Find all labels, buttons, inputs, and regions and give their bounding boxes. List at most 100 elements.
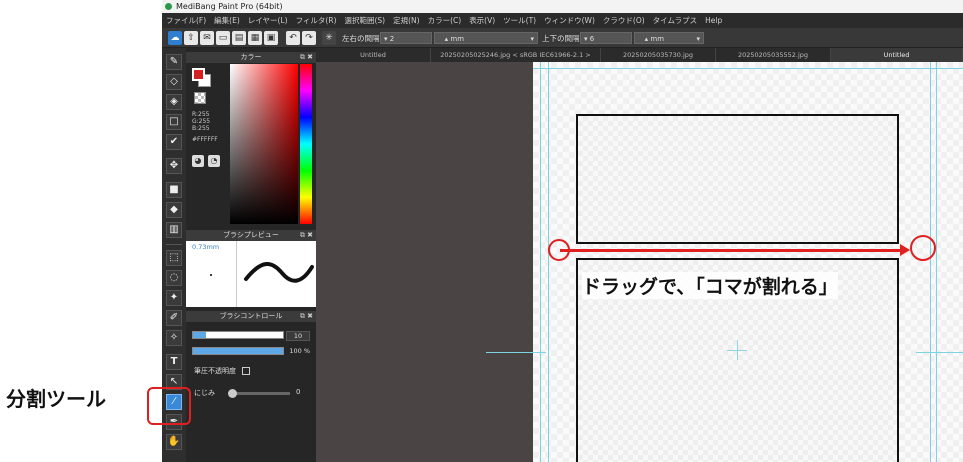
panel-popout-close-icon[interactable]: ⧉ ✖: [300, 230, 313, 241]
eraser-icon[interactable]: ◇: [166, 74, 182, 90]
eraser-2-icon[interactable]: ◈: [166, 94, 182, 110]
tab-untitled-2[interactable]: Untitled: [831, 48, 963, 62]
menu-timelapse[interactable]: タイムラプス: [653, 15, 697, 26]
select-icon[interactable]: ⬚: [166, 250, 182, 266]
brush-preview-title: ブラシプレビュー: [223, 231, 279, 239]
chevron-down-icon: ▾: [530, 35, 534, 43]
tab-image-1[interactable]: 20250205025246.jpg < sRGB IEC61966-2.1 >: [431, 48, 601, 62]
tool-divider: [166, 244, 182, 245]
grid-icon[interactable]: ▣: [264, 31, 278, 45]
menu-edit[interactable]: 編集(E): [214, 15, 240, 26]
canvas-workspace: Untitled 20250205025246.jpg < sRGB IEC61…: [316, 48, 963, 462]
guide-line: [486, 352, 546, 353]
pressure-opacity-label: 筆圧不透明度: [194, 367, 236, 375]
cloud-icon[interactable]: ☁: [168, 31, 182, 45]
menu-file[interactable]: ファイル(F): [166, 15, 206, 26]
guide-line: [916, 352, 963, 353]
h-spacing-input[interactable]: ▾ 2: [380, 32, 432, 44]
menu-window[interactable]: ウィンドウ(W): [544, 15, 595, 26]
panel-popout-close-icon[interactable]: ⧉ ✖: [300, 311, 313, 322]
menu-cloud[interactable]: クラウド(O): [603, 15, 645, 26]
magic-wand-icon[interactable]: ✦: [166, 290, 182, 306]
dot-icon[interactable]: ✔: [166, 134, 182, 150]
palette-icon[interactable]: ◕: [192, 155, 204, 167]
h-unit-value: mm: [450, 35, 465, 43]
app-logo-icon: [165, 3, 172, 10]
chevron-down-icon: ▾: [696, 35, 700, 43]
color-picker-icon[interactable]: ◔: [208, 155, 220, 167]
v-unit-value: mm: [650, 35, 665, 43]
drag-instruction-text: ドラッグで、「コマが割れる」: [582, 272, 838, 299]
tab-image-3[interactable]: 20250205035552.jpg: [716, 48, 831, 62]
title-bar: MediBang Paint Pro (64bit): [162, 0, 963, 13]
redo-icon[interactable]: ↷: [302, 31, 316, 45]
brush-opacity-value: 100 %: [289, 347, 310, 355]
menu-tool[interactable]: ツール(T): [503, 15, 536, 26]
brush-opacity-slider[interactable]: [192, 347, 284, 355]
brush-size-slider[interactable]: [192, 331, 284, 339]
drag-arrow-head: [900, 244, 910, 256]
toolbar: ☁ ⇧ ✉ ▭ ▤ ▦ ▣ ↶ ↷ ✳ 左右の間隔 ▾ 2 ▴ mm ▾ 上下の間…: [162, 28, 963, 48]
share-icon[interactable]: ⇧: [184, 31, 198, 45]
comic-panel-top[interactable]: [576, 114, 899, 244]
drag-arrow-line: [560, 249, 902, 252]
undo-icon[interactable]: ↶: [286, 31, 300, 45]
tab-untitled-1[interactable]: Untitled: [316, 48, 431, 62]
app-window: MediBang Paint Pro (64bit) ファイル(F) 編集(E)…: [162, 0, 963, 462]
v-unit-select[interactable]: ▴ mm ▾: [634, 32, 704, 44]
h-spacing-label: 左右の間隔: [342, 34, 380, 43]
brush-preview-header: ブラシプレビュー ⧉ ✖: [186, 230, 316, 241]
menu-ruler[interactable]: 定規(N): [393, 15, 419, 26]
guide-line: [936, 62, 937, 462]
chat-icon[interactable]: ▭: [216, 31, 230, 45]
menu-selection[interactable]: 選択範囲(S): [345, 15, 386, 26]
menu-filter[interactable]: フィルタ(R): [296, 15, 337, 26]
v-spacing-label: 上下の間隔: [542, 34, 580, 43]
fill-icon[interactable]: ◆: [166, 202, 182, 218]
hand-icon[interactable]: ✋: [166, 434, 182, 450]
menu-view[interactable]: 表示(V): [469, 15, 495, 26]
brush-size-preview: 0.73mm: [186, 241, 237, 307]
brush-dot: [210, 274, 212, 276]
select-eraser-icon[interactable]: ✧: [166, 330, 182, 346]
lasso-icon[interactable]: ◌: [166, 270, 182, 286]
document-tabs: Untitled 20250205025246.jpg < sRGB IEC61…: [316, 48, 963, 62]
rect-icon[interactable]: □: [166, 114, 182, 130]
brush-size-value[interactable]: 10: [286, 331, 310, 341]
brush-control-title: ブラシコントロール: [219, 312, 283, 320]
v-spacing-value: 6: [589, 35, 595, 43]
color-sv-picker[interactable]: [230, 64, 298, 224]
menu-layer[interactable]: レイヤー(L): [248, 15, 288, 26]
window-title: MediBang Paint Pro (64bit): [176, 2, 283, 11]
guide-line: [533, 68, 963, 69]
menu-color[interactable]: カラー(C): [428, 15, 462, 26]
brush-opacity-fill: [193, 348, 283, 354]
pressure-opacity-row: 筆圧不透明度: [194, 366, 251, 376]
move-icon[interactable]: ✥: [166, 158, 182, 174]
color-hue-slider[interactable]: [300, 64, 312, 224]
brush-icon[interactable]: ✎: [166, 54, 182, 70]
menu-help[interactable]: Help: [705, 16, 722, 25]
blur-slider[interactable]: [228, 389, 290, 398]
select-pen-icon[interactable]: ✐: [166, 310, 182, 326]
text-icon[interactable]: T: [166, 354, 182, 370]
panel-popout-close-icon[interactable]: ⧉ ✖: [300, 52, 313, 63]
gradient-icon[interactable]: ▥: [166, 222, 182, 238]
pages-icon[interactable]: ▦: [248, 31, 262, 45]
transparent-swatch[interactable]: [194, 92, 206, 104]
tab-image-2[interactable]: 20250205035730.jpg: [601, 48, 716, 62]
page-icon[interactable]: ▤: [232, 31, 246, 45]
h-unit-select[interactable]: ▴ mm ▾: [434, 32, 538, 44]
loading-icon[interactable]: ✳: [322, 31, 336, 45]
v-spacing-input[interactable]: ▾ 6: [580, 32, 632, 44]
pressure-opacity-checkbox[interactable]: [242, 367, 251, 375]
color-hex: #FFFFFF: [192, 136, 218, 143]
fg-color-swatch[interactable]: [192, 68, 205, 81]
drag-start-circle: [548, 239, 570, 261]
fill-rect-icon[interactable]: ■: [166, 182, 182, 198]
blur-slider-knob[interactable]: [228, 389, 237, 398]
divide-tool-highlight: [147, 387, 191, 425]
side-panels: カラー ⧉ ✖ R:255 G:255 B:255 #FFFFFF ◕ ◔ ブラ…: [186, 48, 316, 462]
comment-icon[interactable]: ✉: [200, 31, 214, 45]
color-panel-header: カラー ⧉ ✖: [186, 52, 316, 63]
